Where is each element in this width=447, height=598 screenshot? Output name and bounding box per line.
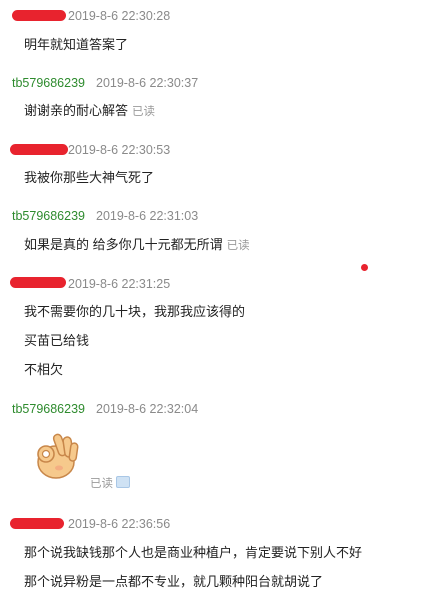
ok-hand-icon (26, 428, 84, 487)
read-status: 已读 (132, 106, 156, 118)
redacted-sender-name (10, 518, 64, 529)
message-row: 谢谢亲的耐心解答 已读 (24, 100, 155, 119)
message-timestamp: 2019-8-6 22:31:25 (68, 277, 171, 291)
sender-nickname[interactable]: tb579686239 (12, 209, 85, 223)
message-row: 如果是真的 给多你几十元都无所谓 已读 (24, 234, 250, 253)
message-timestamp: 2019-8-6 22:30:28 (68, 9, 171, 23)
message-text: 如果是真的 给多你几十元都无所谓 (24, 237, 223, 252)
sender-nickname[interactable]: tb579686239 (12, 402, 85, 416)
sender-nickname[interactable]: tb579686239 (12, 76, 85, 90)
message-timestamp: 2019-8-6 22:30:53 (68, 143, 171, 157)
message-text: 我不需要你的几十块，我那我应该得的 (24, 304, 246, 319)
redacted-sender-name (10, 277, 66, 288)
sticker-read-row: 已读 (90, 474, 130, 492)
message-timestamp: 2019-8-6 22:30:37 (96, 76, 199, 90)
message-text: 买苗已给钱 (24, 333, 90, 348)
message-timestamp: 2019-8-6 22:36:56 (68, 517, 171, 531)
message-timestamp: 2019-8-6 22:32:04 (96, 402, 199, 416)
message-text: 明年就知道答案了 (24, 37, 129, 52)
unread-dot-indicator (361, 264, 368, 271)
message-text: 不相欠 (24, 362, 64, 377)
message-text: 那个说异粉是一点都不专业，就几颗种阳台就胡说了 (24, 574, 324, 589)
message-text: 那个说我缺钱那个人也是商业种植户，肯定要说下别人不好 (24, 545, 363, 560)
redacted-sender-name (12, 10, 66, 21)
read-receipt-icon (116, 476, 130, 488)
redacted-sender-name (10, 144, 68, 155)
read-status: 已读 (226, 240, 250, 252)
message-text: 谢谢亲的耐心解答 (24, 103, 129, 118)
message-text: 我被你那些大神气死了 (24, 170, 155, 185)
read-status: 已读 (90, 478, 113, 490)
message-timestamp: 2019-8-6 22:31:03 (96, 209, 199, 223)
